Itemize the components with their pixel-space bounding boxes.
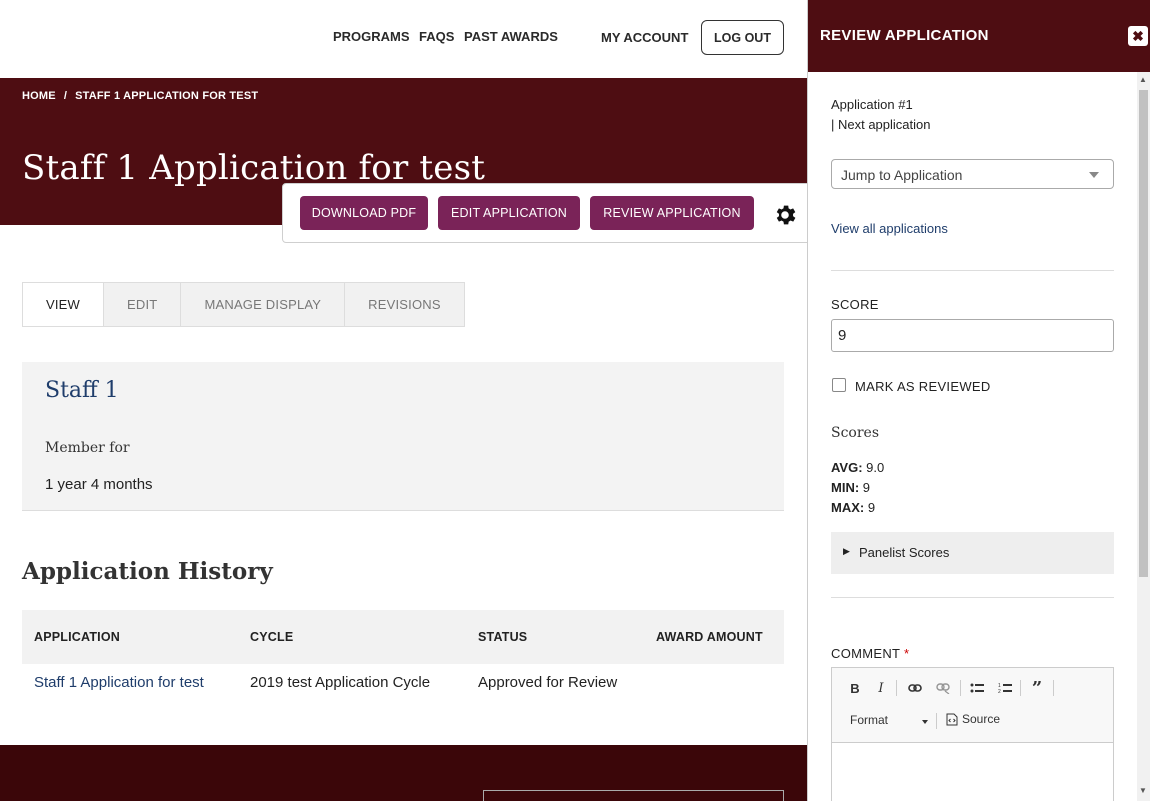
scores-heading: Scores bbox=[831, 425, 880, 441]
tab-manage-display[interactable]: MANAGE DISPLAY bbox=[181, 283, 346, 326]
bulleted-list-icon[interactable] bbox=[968, 679, 986, 697]
application-number: Application #1 bbox=[831, 97, 913, 112]
source-label: Source bbox=[962, 712, 1001, 726]
panel-title: REVIEW APPLICATION bbox=[820, 27, 989, 44]
page-title: Staff 1 Application for test bbox=[22, 148, 486, 188]
comment-label-text: COMMENT bbox=[831, 646, 901, 661]
comment-editor: B I 12 ” Format Source bbox=[831, 667, 1114, 801]
logout-button[interactable]: LOG OUT bbox=[701, 20, 784, 55]
cycle-cell: 2019 test Application Cycle bbox=[250, 674, 431, 691]
toolbar-separator bbox=[896, 680, 897, 696]
member-for-label: Member for bbox=[45, 440, 130, 456]
breadcrumb-current[interactable]: STAFF 1 APPLICATION FOR TEST bbox=[75, 90, 258, 102]
application-history-title: Application History bbox=[22, 558, 273, 585]
breadcrumb-home[interactable]: HOME bbox=[22, 90, 56, 102]
min-value: 9 bbox=[862, 480, 871, 495]
italic-icon[interactable]: I bbox=[872, 679, 890, 697]
avg-value: 9.0 bbox=[866, 460, 885, 475]
numbered-list-icon[interactable]: 12 bbox=[996, 679, 1014, 697]
source-icon bbox=[946, 713, 958, 725]
main-page: PROGRAMS FAQS PAST AWARDS MY ACCOUNT LOG… bbox=[0, 0, 807, 801]
avg-score: AVG: 9.0 bbox=[831, 460, 884, 475]
application-link[interactable]: Staff 1 Application for test bbox=[34, 674, 204, 691]
footer-box bbox=[483, 790, 784, 801]
avg-label: AVG: bbox=[831, 460, 863, 475]
min-label: MIN: bbox=[831, 480, 860, 495]
column-cycle: CYCLE bbox=[250, 630, 294, 644]
next-application-link[interactable]: | Next application bbox=[831, 117, 931, 132]
my-account-link[interactable]: MY ACCOUNT bbox=[601, 30, 688, 45]
score-label: SCORE bbox=[831, 297, 879, 312]
blockquote-icon[interactable]: ” bbox=[1028, 678, 1046, 699]
view-all-applications-link[interactable]: View all applications bbox=[831, 221, 948, 236]
column-award-amount: AWARD AMOUNT bbox=[656, 630, 763, 644]
unlink-icon[interactable] bbox=[934, 679, 952, 697]
toolbar-separator bbox=[1020, 680, 1021, 696]
gear-icon[interactable] bbox=[772, 202, 798, 228]
member-for-value: 1 year 4 months bbox=[45, 476, 153, 493]
max-score: MAX: 9 bbox=[831, 500, 875, 515]
comment-label: COMMENT * bbox=[831, 646, 909, 661]
panel-header: REVIEW APPLICATION ✖ bbox=[808, 0, 1150, 72]
status-cell: Approved for Review bbox=[478, 674, 618, 691]
format-dropdown[interactable]: Format bbox=[850, 713, 888, 727]
divider bbox=[831, 597, 1114, 598]
svg-text:2: 2 bbox=[998, 689, 1001, 694]
toolbar-separator bbox=[936, 713, 937, 729]
mark-reviewed-checkbox[interactable] bbox=[832, 378, 846, 392]
score-input[interactable] bbox=[831, 319, 1114, 352]
tab-bar: VIEW EDIT MANAGE DISPLAY REVISIONS bbox=[22, 282, 465, 327]
edit-application-button[interactable]: EDIT APPLICATION bbox=[438, 196, 580, 230]
comment-textarea[interactable] bbox=[832, 742, 1113, 801]
tab-revisions[interactable]: REVISIONS bbox=[345, 283, 464, 326]
triangle-right-icon: ▶ bbox=[843, 546, 850, 556]
download-pdf-button[interactable]: DOWNLOAD PDF bbox=[300, 196, 428, 230]
scrollbar-thumb[interactable] bbox=[1139, 90, 1148, 577]
caret-down-icon bbox=[922, 720, 928, 724]
tab-view[interactable]: VIEW bbox=[23, 283, 105, 326]
source-button[interactable]: Source bbox=[946, 712, 1000, 726]
table-row: Staff 1 Application for test 2019 test A… bbox=[22, 664, 784, 704]
top-navigation-bar: PROGRAMS FAQS PAST AWARDS MY ACCOUNT LOG… bbox=[0, 0, 807, 78]
panelist-scores-label: Panelist Scores bbox=[859, 545, 950, 560]
scroll-down-icon[interactable]: ▼ bbox=[1139, 786, 1147, 795]
profile-name: Staff 1 bbox=[45, 378, 119, 403]
breadcrumb-separator: / bbox=[63, 90, 68, 102]
chevron-down-icon bbox=[1089, 172, 1099, 178]
panelist-scores-toggle[interactable]: ▶ Panelist Scores bbox=[831, 532, 1114, 574]
nav-past-awards-link[interactable]: PAST AWARDS bbox=[464, 29, 558, 44]
toolbar-separator bbox=[1053, 680, 1054, 696]
user-profile-card: Staff 1 Member for 1 year 4 months bbox=[22, 362, 784, 511]
column-application: APPLICATION bbox=[34, 630, 120, 644]
bold-icon[interactable]: B bbox=[846, 679, 864, 697]
tab-edit[interactable]: EDIT bbox=[104, 283, 182, 326]
jump-select-value: Jump to Application bbox=[841, 167, 963, 183]
column-status: STATUS bbox=[478, 630, 528, 644]
required-marker: * bbox=[903, 646, 910, 661]
close-icon[interactable]: ✖ bbox=[1128, 26, 1148, 46]
jump-to-application-select[interactable]: Jump to Application bbox=[831, 159, 1114, 189]
review-application-button[interactable]: REVIEW APPLICATION bbox=[590, 196, 754, 230]
link-icon[interactable] bbox=[906, 679, 924, 697]
max-value: 9 bbox=[867, 500, 876, 515]
mark-reviewed-label[interactable]: MARK AS REVIEWED bbox=[855, 379, 991, 394]
nav-programs-link[interactable]: PROGRAMS bbox=[333, 29, 410, 44]
nav-faqs-link[interactable]: FAQS bbox=[419, 29, 454, 44]
breadcrumb: HOME / STAFF 1 APPLICATION FOR TEST bbox=[22, 90, 258, 102]
divider bbox=[831, 270, 1114, 271]
history-table-header: APPLICATION CYCLE STATUS AWARD AMOUNT bbox=[22, 610, 784, 664]
min-score: MIN: 9 bbox=[831, 480, 870, 495]
toolbar-separator bbox=[960, 680, 961, 696]
action-toolbar: DOWNLOAD PDF EDIT APPLICATION REVIEW APP… bbox=[282, 183, 807, 243]
max-label: MAX: bbox=[831, 500, 865, 515]
scroll-up-icon[interactable]: ▲ bbox=[1139, 75, 1147, 84]
